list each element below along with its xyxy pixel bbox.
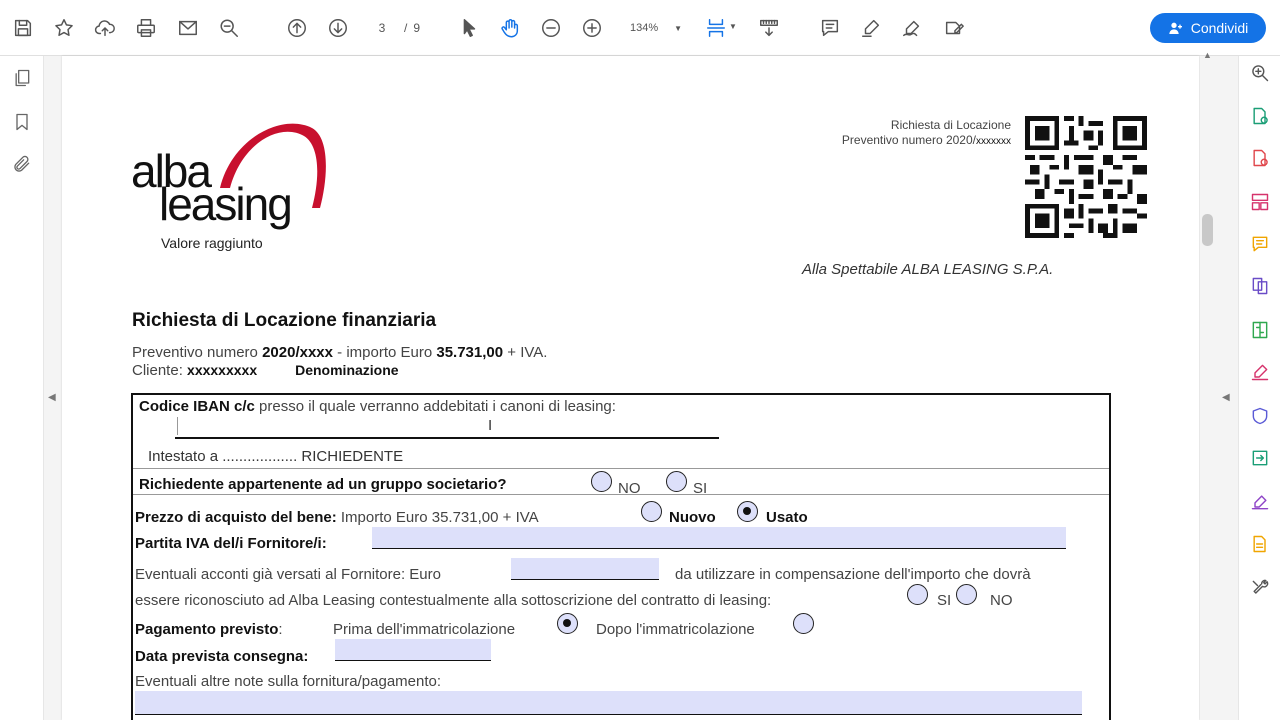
- deposit-no-label: NO: [990, 592, 1013, 609]
- fill-form-icon[interactable]: [941, 14, 967, 42]
- scroll-up-icon[interactable]: ▲: [1203, 50, 1212, 60]
- comment-tool-icon[interactable]: [1248, 232, 1272, 256]
- organize-pages-icon[interactable]: [1248, 190, 1272, 214]
- print-icon[interactable]: [133, 14, 159, 42]
- mail-icon[interactable]: [175, 14, 201, 42]
- group-si-radio[interactable]: [666, 471, 687, 492]
- zoom-dropdown[interactable]: 134% ▼: [618, 16, 686, 40]
- hand-tool-icon[interactable]: [497, 14, 523, 42]
- save-icon[interactable]: [10, 14, 36, 42]
- page-number-input[interactable]: 3: [366, 21, 398, 35]
- text-caret: [177, 417, 178, 435]
- protect-shield-icon[interactable]: [1248, 404, 1272, 428]
- create-pdf-icon[interactable]: [1248, 146, 1272, 170]
- more-tools-icon[interactable]: [1248, 576, 1272, 600]
- deposit-label-2: essere riconosciuto ad Alba Leasing cont…: [135, 592, 772, 609]
- vertical-scrollbar[interactable]: [1200, 56, 1216, 720]
- header-reference: Richiesta di Locazione Preventivo numero…: [800, 118, 1011, 149]
- previous-page-icon[interactable]: [284, 14, 310, 42]
- intestato-line: Intestato a .................. RICHIEDEN…: [148, 448, 404, 465]
- search-tool-icon[interactable]: [1248, 61, 1272, 85]
- share-button[interactable]: Condividi: [1150, 13, 1266, 43]
- send-for-review-icon[interactable]: [1248, 446, 1272, 470]
- usato-radio[interactable]: [737, 501, 758, 522]
- search-icon[interactable]: [216, 14, 242, 42]
- quote-line: Preventivo numero 2020/xxxx - importo Eu…: [132, 344, 548, 361]
- qr-code: [1025, 116, 1147, 238]
- iban-label: Codice IBAN c/c presso il quale verranno…: [139, 398, 616, 415]
- star-icon[interactable]: [51, 14, 77, 42]
- delivery-date-input[interactable]: [335, 639, 491, 661]
- select-cursor-icon[interactable]: [456, 14, 482, 42]
- divider: [133, 468, 1109, 469]
- payment-after-label: Dopo l'immatricolazione: [596, 621, 755, 638]
- next-page-icon[interactable]: [325, 14, 351, 42]
- deposit-si-radio[interactable]: [907, 584, 928, 605]
- price-line: Prezzo di acquisto del bene: Importo Eur…: [135, 509, 539, 526]
- top-toolbar: 3 / 9 134% ▼ ▼ Condividi: [0, 0, 1280, 56]
- notes-input[interactable]: [135, 691, 1082, 715]
- sign-icon[interactable]: [899, 14, 925, 42]
- scan-ocr-icon[interactable]: [1248, 532, 1272, 556]
- payment-before-radio[interactable]: [557, 613, 578, 634]
- ibeam-cursor-icon: I: [488, 417, 493, 434]
- delivery-label: Data prevista consegna:: [135, 648, 309, 665]
- usato-label: Usato: [766, 509, 808, 526]
- attachment-icon[interactable]: [10, 152, 34, 176]
- collapse-right-panel-icon[interactable]: ◀: [1222, 392, 1230, 403]
- comment-icon[interactable]: [817, 14, 843, 42]
- addressee: Alla Spettabile ALBA LEASING S.P.A.: [802, 261, 1054, 278]
- logo-leasing: leasing: [159, 178, 293, 230]
- edit-pdf-icon[interactable]: [1248, 360, 1272, 384]
- cloud-upload-icon[interactable]: [92, 14, 118, 42]
- group-question: Richiedente appartenente ad un gruppo so…: [139, 476, 507, 493]
- add-user-icon: [1169, 22, 1182, 34]
- deposit-label-1b: da utilizzare in compensazione dell'impo…: [675, 566, 1031, 583]
- left-navigation-rail: [0, 56, 44, 720]
- scroll-thumb[interactable]: [1202, 214, 1213, 246]
- bookmark-icon[interactable]: [10, 110, 34, 134]
- right-tools-rail: [1238, 56, 1280, 720]
- iban-input[interactable]: [175, 437, 719, 439]
- vat-input[interactable]: [372, 527, 1066, 549]
- payment-after-radio[interactable]: [793, 613, 814, 634]
- deposit-no-radio[interactable]: [956, 584, 977, 605]
- combine-files-icon[interactable]: [1248, 274, 1272, 298]
- vat-label: Partita IVA del/i Fornitore/i:: [135, 535, 327, 552]
- payment-label: Pagamento previsto:: [135, 621, 283, 638]
- export-pdf-icon[interactable]: [1248, 104, 1272, 128]
- chevron-down-icon: ▼: [674, 23, 682, 33]
- divider: [133, 494, 1109, 495]
- deposit-si-label: SI: [937, 592, 952, 609]
- nuovo-radio[interactable]: [641, 501, 662, 522]
- group-no-radio[interactable]: [591, 471, 612, 492]
- deposit-label-1a: Eventuali acconti già versati al Fornito…: [135, 566, 441, 583]
- fill-sign-icon[interactable]: [1248, 490, 1272, 514]
- page-total: 9: [413, 21, 421, 35]
- page-thumbnails-icon[interactable]: [10, 66, 34, 90]
- page-separator: /: [404, 21, 408, 35]
- scroll-mode-icon[interactable]: [756, 14, 782, 42]
- nuovo-label: Nuovo: [669, 509, 716, 526]
- header-request-label: Richiesta di Locazione: [890, 118, 1011, 132]
- payment-before-label: Prima dell'immatricolazione: [333, 621, 516, 638]
- collapse-left-panel-icon[interactable]: ◀: [48, 392, 56, 403]
- client-line: Cliente: xxxxxxxxx Denominazione: [132, 362, 399, 379]
- logo-tagline: Valore raggiunto: [161, 235, 263, 251]
- header-quote-label: Preventivo numero 2020/xxxxxxx: [841, 133, 1011, 147]
- zoom-in-icon[interactable]: [579, 14, 605, 42]
- page-fit-icon[interactable]: [703, 14, 729, 42]
- page-navigator: 3 / 9: [366, 16, 420, 40]
- compress-pdf-icon[interactable]: [1248, 318, 1272, 342]
- deposit-amount-input[interactable]: [511, 558, 659, 580]
- notes-label: Eventuali altre note sulla fornitura/pag…: [135, 673, 442, 690]
- zoom-out-icon[interactable]: [538, 14, 564, 42]
- zoom-value: 134%: [630, 22, 659, 34]
- form-box: Codice IBAN c/c presso il quale verranno…: [131, 393, 1111, 720]
- document-title: Richiesta di Locazione finanziaria: [132, 310, 437, 331]
- page-fit-chevron-icon[interactable]: ▼: [729, 22, 737, 31]
- highlight-pen-icon[interactable]: [858, 14, 884, 42]
- share-label: Condividi: [1190, 20, 1249, 36]
- document-page: alba leasing Valore raggiunto Richiesta …: [62, 56, 1199, 720]
